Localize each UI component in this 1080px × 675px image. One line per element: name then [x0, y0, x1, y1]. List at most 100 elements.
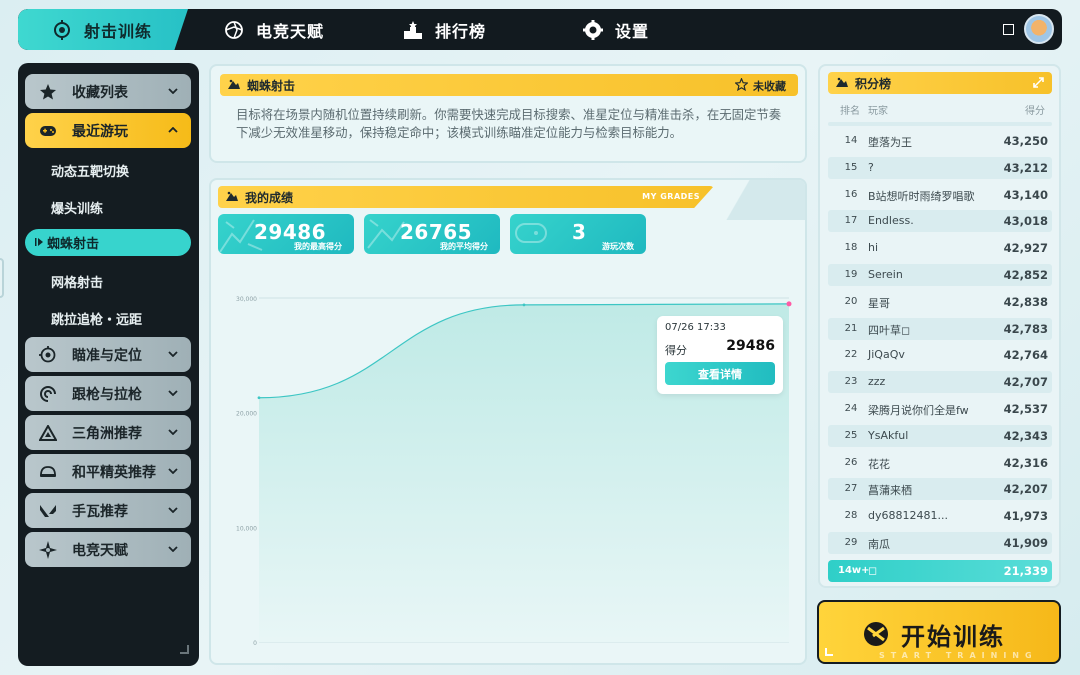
row-rank: 29: [844, 537, 858, 548]
mountain-icon: [225, 190, 239, 204]
resize-corner-icon: [180, 645, 189, 654]
row-rank: 19: [844, 269, 858, 280]
leaderboard-row[interactable]: 19 Serein 42,852: [828, 264, 1052, 286]
sidebar-item-label: 电竞天赋: [72, 542, 128, 559]
row-score: 41,973: [1003, 509, 1048, 524]
row-score: 42,316: [1003, 455, 1048, 470]
sidebar-item-valorant[interactable]: 手瓦推荐: [25, 493, 191, 528]
row-score: 43,018: [1003, 214, 1048, 229]
stat-avg-score: 26765 我的平均得分: [364, 214, 500, 254]
sidebar-item-delta[interactable]: 三角洲推荐: [25, 415, 191, 450]
mode-description: 目标将在场景内随机位置持续刷新。你需要快速完成目标搜索、准星定位与精准击杀，在无…: [236, 107, 782, 140]
leaderboard-row[interactable]: 22 JiQaQv 42,764: [828, 344, 1052, 366]
row-player: B站想听时雨绮罗唱歌: [868, 189, 975, 203]
leaderboard-row[interactable]: 28 dy68812481... 41,973: [828, 505, 1052, 527]
star-outline-icon: [734, 77, 749, 94]
grades-title: 我的成绩: [245, 190, 294, 205]
col-score: 得分: [1025, 106, 1045, 117]
chevron-down-icon: [165, 83, 181, 99]
sidebar-item-label: 手瓦推荐: [72, 503, 128, 520]
data-point[interactable]: [522, 303, 526, 307]
mode-title: 蜘蛛射击: [247, 78, 296, 93]
recent-item-active[interactable]: 蜘蛛射击: [25, 229, 191, 256]
gear-icon: [583, 19, 603, 40]
sidebar-item-favorites[interactable]: 收藏列表: [25, 74, 191, 109]
leaderboard-row[interactable]: 23 zzz 42,707: [828, 371, 1052, 394]
view-details-button[interactable]: 查看详情: [665, 362, 775, 385]
recent-item[interactable]: 爆头训练: [51, 198, 103, 217]
my-score: 21,339: [1003, 564, 1048, 578]
sidebar-item-aim[interactable]: 瞄准与定位: [25, 337, 191, 372]
start-label: 开始训练: [901, 623, 1005, 651]
leaderboard-row[interactable]: 21 四叶草◻ 42,783: [828, 317, 1052, 340]
stat-pattern-icon: [515, 223, 547, 243]
leaderboard-row[interactable]: 16 B站想听时雨绮罗唱歌 43,140: [828, 184, 1052, 206]
leaderboard-row[interactable]: 24 梁腾月说你们全是fw 42,537: [828, 398, 1052, 420]
helmet-icon: [38, 462, 58, 482]
sidebar-item-tracking[interactable]: 跟枪与拉枪: [25, 376, 191, 411]
side-handle[interactable]: [0, 258, 4, 298]
data-point[interactable]: [257, 396, 261, 400]
sidebar-item-label: 跟枪与拉枪: [72, 386, 142, 403]
y-tick-label: 20,000: [236, 411, 257, 418]
recent-item[interactable]: 动态五靶切换: [51, 161, 129, 180]
row-rank: 23: [844, 376, 858, 388]
recent-item[interactable]: 跳拉追枪・远距: [51, 309, 142, 328]
leaderboard-row[interactable]: 27 菖蒲来栖 42,207: [828, 478, 1052, 501]
sidebar-item-peace-elite[interactable]: 和平精英推荐: [25, 454, 191, 489]
row-rank: 18: [844, 242, 858, 254]
star-icon: [38, 82, 58, 102]
start-training-button[interactable]: 开始训练 START TRAINING: [817, 600, 1061, 664]
sidebar-item-label: 瞄准与定位: [72, 347, 142, 364]
leaderboard-row[interactable]: 14 堕落为王 43,250: [828, 130, 1052, 152]
row-score: 43,140: [1003, 187, 1048, 202]
avatar[interactable]: [1024, 14, 1054, 44]
chevron-down-icon: [165, 385, 181, 401]
row-rank: 17: [844, 215, 858, 227]
mode-title-bar: 蜘蛛射击 未收藏: [220, 74, 798, 96]
sidebar-item-label: 和平精英推荐: [72, 464, 156, 481]
row-player: 梁腾月说你们全是fw: [868, 404, 969, 417]
leaderboard-row[interactable]: 20 星哥 42,838: [828, 291, 1052, 313]
leaderboard-panel: 积分榜 排名 玩家 得分 14 堕落为王 43,250 15? 43,212 16 B站想听…: [818, 64, 1061, 588]
row-score: 42,207: [1003, 482, 1048, 497]
sidebar-item-esports-talent[interactable]: 电竞天赋: [25, 532, 191, 567]
stat-play-count: 3 游玩次数: [510, 214, 646, 254]
podium-icon: [403, 20, 423, 40]
sidebar-item-recent[interactable]: 最近游玩: [25, 113, 191, 148]
window-toggle-icon[interactable]: [1003, 23, 1014, 35]
leaderboard-row[interactable]: 25 YsAkful 42,343: [828, 424, 1052, 447]
tab-esports-talent[interactable]: 电竞天赋: [224, 9, 324, 50]
row-player: 菖蒲来栖: [868, 484, 912, 498]
top-nav: 射击训练 电竞天赋 排行榜 设置: [18, 9, 1062, 50]
my-grades-panel: 我的成绩 MY GRADES 29486 我的最高得分 26765 我的平均得分…: [209, 178, 807, 665]
leaderboard-row[interactable]: 26 花花 42,316: [828, 452, 1052, 474]
row-rank: 25: [844, 429, 858, 441]
leaderboard-row[interactable]: 29 南瓜 41,909: [828, 532, 1052, 554]
leaderboard-row[interactable]: 15? 43,212: [828, 156, 1052, 179]
row-player: 堕落为王: [868, 136, 912, 149]
swirl-icon: [38, 384, 58, 404]
leaderboard-title: 积分榜: [855, 76, 892, 91]
chevron-down-icon: [165, 424, 181, 440]
recent-item[interactable]: 网格射击: [51, 272, 103, 291]
grades-title-en: MY GRADES: [642, 192, 700, 201]
row-player: YsAkful: [868, 428, 909, 442]
col-rank: 排名: [840, 106, 860, 117]
chevron-down-icon: [165, 346, 181, 362]
tab-leaderboard[interactable]: 排行榜: [403, 9, 486, 50]
aperture-icon: [224, 20, 244, 40]
tab-settings[interactable]: 设置: [583, 9, 649, 50]
data-point[interactable]: [786, 301, 792, 307]
favorite-toggle[interactable]: 未收藏: [734, 77, 786, 94]
tab-shooting-training[interactable]: 射击训练: [52, 9, 152, 50]
expand-icon[interactable]: [1033, 77, 1044, 91]
corner-icon: [825, 648, 833, 656]
row-score: 42,343: [1003, 428, 1048, 443]
row-score: 42,838: [1003, 294, 1048, 309]
list-top-edge: [828, 122, 1052, 126]
row-player: Serein: [868, 268, 903, 281]
leaderboard-row[interactable]: 18 hi 42,927: [828, 237, 1052, 259]
leaderboard-row[interactable]: 17 Endless. 43,018: [828, 210, 1052, 233]
start-logo-icon: [864, 622, 888, 646]
